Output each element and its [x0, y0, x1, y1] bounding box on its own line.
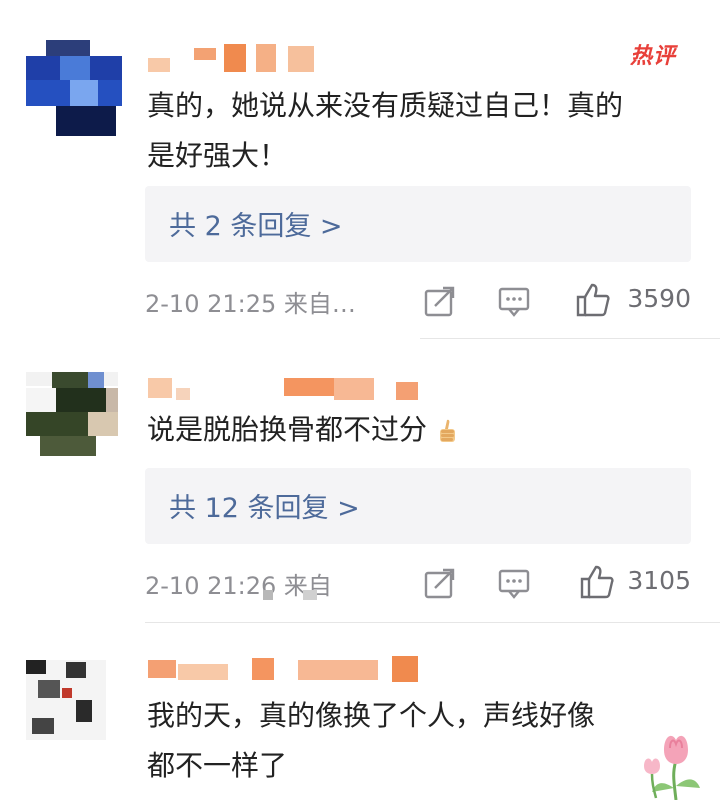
timestamp: 2-10 21:25 来自… [145, 290, 356, 318]
comment-2: 说是脱胎换骨都不过分 共 12 条回复 > 2-10 21:26 来自 3105 [0, 340, 720, 630]
like-count: 3105 [627, 566, 691, 595]
divider [420, 338, 720, 339]
comment-meta: 2-10 21:26 来自 3105 [145, 564, 695, 604]
comment-icon[interactable] [497, 286, 531, 318]
thumbs-up-icon [439, 419, 455, 442]
comment-text-line-1: 说是脱胎换骨都不过分 [147, 404, 460, 456]
username-redacted[interactable] [148, 374, 428, 404]
comment-text-line-2: 是好强大！ [147, 139, 288, 172]
comment-text-line-2: 都不一样了 [147, 749, 288, 782]
share-icon[interactable] [423, 568, 457, 600]
comment-icon[interactable] [497, 568, 531, 600]
replies-button[interactable]: 共 2 条回复 > [145, 186, 691, 262]
avatar[interactable] [26, 40, 122, 136]
like-icon[interactable] [575, 282, 611, 318]
replies-label: 共 2 条回复 > [169, 211, 343, 242]
avatar[interactable] [26, 660, 106, 740]
username-redacted[interactable] [148, 656, 428, 686]
replies-label: 共 12 条回复 > [169, 493, 360, 524]
like-count: 3590 [627, 284, 691, 313]
like-icon[interactable] [579, 564, 615, 600]
avatar[interactable] [26, 372, 118, 456]
hot-comment-badge: 热评 [630, 44, 677, 69]
share-icon[interactable] [423, 286, 457, 318]
username-redacted[interactable] [148, 44, 328, 74]
comment-text-line-1: 真的，她说从来没有质疑过自己！真的 [147, 89, 624, 122]
comment-meta: 2-10 21:25 来自… 3590 [145, 282, 695, 322]
replies-button[interactable]: 共 12 条回复 > [145, 468, 691, 544]
comment-1: 热评 真的，她说从来没有质疑过自己！真的 是好强大！ 共 2 条回复 > 2-1… [0, 0, 720, 340]
comment-text-line-1: 我的天，真的像换了个人，声线好像 [147, 699, 596, 732]
image-artifact [303, 590, 317, 600]
comment-3: 我的天，真的像换了个人，声线好像 都不一样了 [0, 630, 720, 800]
divider [145, 622, 720, 623]
image-artifact [263, 590, 273, 600]
tulip-icon [644, 735, 700, 800]
